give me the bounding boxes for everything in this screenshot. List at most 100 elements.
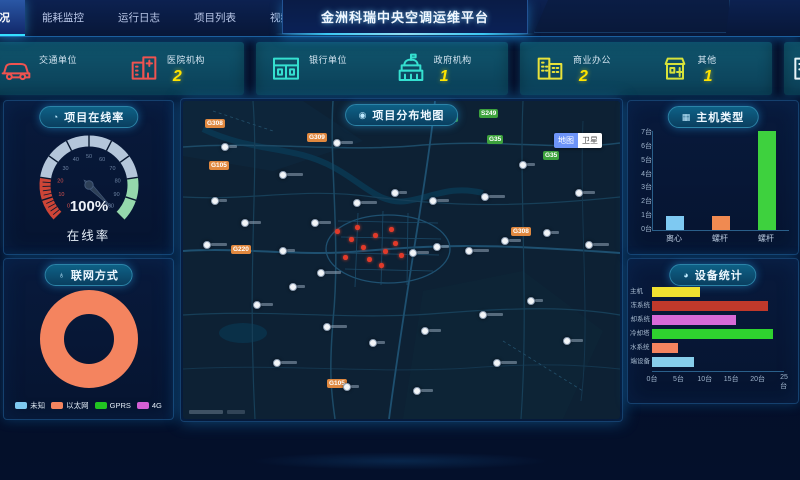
map-marker[interactable] (353, 199, 361, 207)
project-dot[interactable] (399, 253, 404, 258)
nav-tab-1[interactable]: 能耗监控 (25, 0, 101, 36)
dashboard-root: { "nav": { "title": "金洲科瑞中央空调运维平台", "tab… (0, 0, 800, 480)
map-marker[interactable] (421, 327, 429, 335)
legend-item-4G[interactable]: 4G (137, 400, 162, 411)
map-marker[interactable] (333, 139, 341, 147)
project-dot[interactable] (361, 245, 366, 250)
stat-label: 银行单位 (309, 53, 347, 66)
map-marker-label (219, 199, 227, 202)
map-marker[interactable] (343, 383, 351, 391)
road-shield-G309: G309 (307, 133, 327, 142)
office-icon (534, 52, 566, 84)
map-marker[interactable] (279, 171, 287, 179)
panel-host-type-title: 主机类型 (696, 109, 744, 125)
map-marker-label (487, 313, 503, 316)
device-row-label: 冷却系统 (630, 315, 650, 325)
project-dot[interactable] (355, 225, 360, 230)
x-category-label: 离心 (666, 233, 682, 244)
stat-cards-row: 交通单位医院机构2银行单位政府机构1商业办公2其他1 (0, 42, 800, 95)
map-marker[interactable] (311, 219, 319, 227)
map-marker[interactable] (465, 247, 473, 255)
map-marker[interactable] (221, 143, 229, 151)
project-dot[interactable] (389, 227, 394, 232)
legend-item-未知[interactable]: 未知 (15, 400, 45, 411)
map-marker[interactable] (481, 193, 489, 201)
map-marker[interactable] (391, 189, 399, 197)
map-marker[interactable] (563, 337, 571, 345)
map-marker[interactable] (273, 359, 281, 367)
map-marker[interactable] (585, 241, 593, 249)
panel-host-type: ▦ 主机类型 7台6台5台4台3台2台1台0台 离心螺杆螺杆 (627, 100, 799, 255)
map-marker[interactable] (253, 301, 261, 309)
device-row-冷却塔: 冷却塔 (652, 329, 784, 339)
project-dot[interactable] (349, 237, 354, 242)
device-row-bar (652, 329, 773, 339)
device-row-label: 末端设备 (630, 357, 650, 367)
map-marker[interactable] (519, 161, 527, 169)
map-marker[interactable] (429, 197, 437, 205)
nav-tab-2[interactable]: 运行日志 (101, 0, 177, 36)
map-marker[interactable] (409, 249, 417, 257)
map-marker-label (527, 163, 535, 166)
project-dot[interactable] (373, 233, 378, 238)
map-canvas[interactable]: G308G309G105G220G308G105G2S249G35G35 地图卫… (183, 101, 620, 419)
map-marker[interactable] (211, 197, 219, 205)
stat-card-2: 商业办公2其他1 (520, 42, 772, 95)
device-row-末端设备: 末端设备 (652, 357, 784, 367)
donut-chart (14, 283, 164, 391)
map-marker-label (583, 191, 595, 194)
legend-item-GPRS[interactable]: GPRS (95, 400, 131, 411)
map-marker[interactable] (479, 311, 487, 319)
stat-text: 其他1 (698, 50, 717, 86)
map-marker[interactable] (575, 189, 583, 197)
gauge-value: 100% (69, 198, 107, 215)
x-tick-label: 20台 (750, 374, 765, 384)
map-mode-button-卫星[interactable]: 卫星 (578, 133, 602, 148)
project-dot[interactable] (343, 255, 348, 260)
legend-item-以太网[interactable]: 以太网 (51, 400, 89, 411)
map-marker[interactable] (203, 241, 211, 249)
map-attribution-text (189, 410, 223, 414)
project-dot[interactable] (393, 241, 398, 246)
map-marker[interactable] (279, 247, 287, 255)
map-marker[interactable] (323, 323, 331, 331)
map-marker[interactable] (369, 339, 377, 347)
device-row-label: 主机 (630, 287, 650, 297)
project-dot[interactable] (383, 249, 388, 254)
bar-螺杆 (712, 216, 730, 230)
map-marker[interactable] (241, 219, 249, 227)
panel-project-map: G308G309G105G220G308G105G2S249G35G35 地图卫… (180, 98, 623, 422)
bottom-glow-decor (250, 452, 550, 470)
map-mode-button-地图[interactable]: 地图 (554, 133, 578, 148)
stat-text: 政府机构1 (434, 50, 472, 86)
x-tick-label: 15台 (724, 374, 739, 384)
map-marker[interactable] (543, 229, 551, 237)
project-dot[interactable] (367, 257, 372, 262)
map-marker-label (501, 361, 517, 364)
stat-card-clipped (784, 42, 800, 95)
panel-device-stats-title: 设备统计 (695, 267, 743, 283)
map-marker-label (249, 221, 261, 224)
donut-ring (52, 302, 126, 376)
device-row-水系统: 水系统 (652, 343, 784, 353)
map-marker[interactable] (493, 359, 501, 367)
y-tick-label: 1台 (641, 210, 652, 220)
device-row-label: 冷却塔 (630, 329, 650, 339)
project-dot[interactable] (379, 263, 384, 268)
map-marker-label (261, 303, 273, 306)
map-marker[interactable] (433, 243, 441, 251)
map-marker-label (429, 329, 441, 332)
map-marker[interactable] (413, 387, 421, 395)
map-marker[interactable] (317, 269, 325, 277)
gauge-chart: 0102030405060708090100100% (14, 127, 164, 237)
map-marker[interactable] (289, 283, 297, 291)
nav-tab-0[interactable]: 概况 (0, 0, 25, 36)
map-attribution (189, 410, 245, 414)
map-marker[interactable] (501, 237, 509, 245)
project-dot[interactable] (335, 229, 340, 234)
map-marker[interactable] (527, 297, 535, 305)
nav-tab-3[interactable]: 项目列表 (177, 0, 253, 36)
nav-tabs: 概况能耗监控运行日志项目列表视频监控 (0, 0, 329, 36)
map-marker-label (535, 299, 543, 302)
legend-swatch (137, 402, 149, 409)
